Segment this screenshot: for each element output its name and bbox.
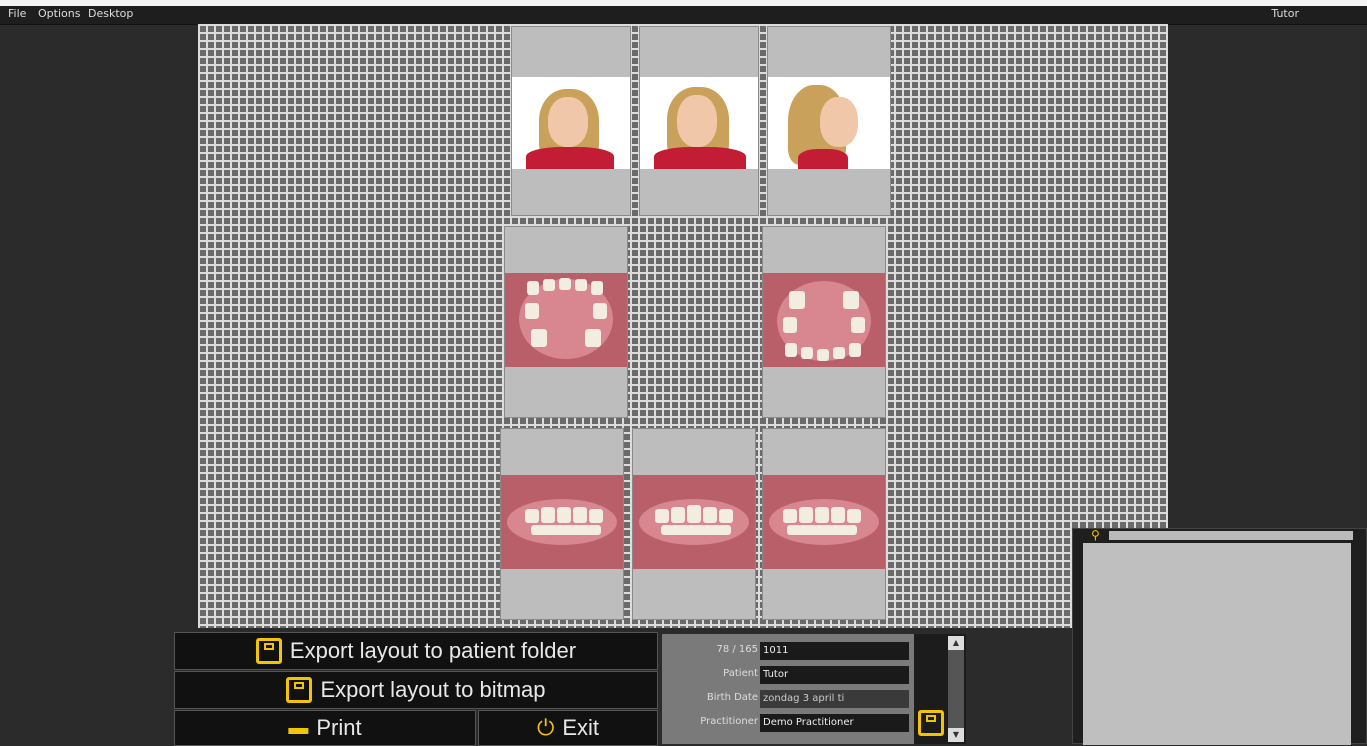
birth-date-label: Birth Date <box>706 692 758 703</box>
frontal-face-photo <box>512 77 630 169</box>
magnifier-icon: ⚲ <box>1091 528 1100 542</box>
practitioner-field[interactable]: Demo Practitioner <box>760 714 909 732</box>
practitioner-label: Practitioner <box>700 716 758 727</box>
menu-file[interactable]: File <box>8 7 26 20</box>
scroll-up-arrow-icon[interactable]: ▲ <box>948 636 964 650</box>
left-buccal-photo <box>763 475 885 569</box>
patient-name-field[interactable]: Tutor <box>760 666 909 684</box>
patient-label: Patient <box>723 668 758 679</box>
scroll-down-arrow-icon[interactable]: ▼ <box>948 728 964 742</box>
profile-face-photo <box>768 77 890 169</box>
export-bitmap-label: Export layout to bitmap <box>320 677 546 702</box>
preview-canvas <box>1083 543 1351 745</box>
photo-slot-frontal-intraoral[interactable] <box>632 428 756 620</box>
lower-occlusal-photo <box>505 273 627 367</box>
floppy-disk-icon <box>255 638 282 664</box>
current-user: Tutor <box>1271 7 1299 20</box>
photo-slot-left-buccal[interactable] <box>762 428 886 620</box>
power-icon: ⏻ <box>536 715 555 740</box>
patient-info-panel: 78 / 165 1011 Patient Tutor Birth Date z… <box>662 634 914 744</box>
birth-date-picker[interactable]: zondag 3 april ti <box>760 690 909 708</box>
photo-slot-frontal[interactable] <box>511 26 631 216</box>
exit-label: Exit <box>562 715 600 740</box>
export-bitmap-button[interactable]: Export layout to bitmap <box>174 671 658 709</box>
floppy-disk-icon <box>286 677 313 703</box>
layout-grid[interactable]: ⇄ ◀▶ <box>198 24 1168 628</box>
birth-date-row: Birth Date zondag 3 april ti <box>662 688 914 710</box>
window-top-edge <box>0 0 1367 6</box>
practitioner-row: Practitioner Demo Practitioner <box>662 712 914 734</box>
patient-id-field[interactable]: 1011 <box>760 642 909 660</box>
print-button[interactable]: ▬ Print <box>174 710 476 746</box>
export-patient-folder-label: Export layout to patient folder <box>289 638 577 663</box>
preview-panel: ⚲ <box>1072 528 1367 745</box>
smile-face-photo <box>640 77 758 169</box>
patient-row: Patient Tutor <box>662 664 914 686</box>
export-patient-folder-button[interactable]: Export layout to patient folder <box>174 632 658 670</box>
patient-scrollbar[interactable]: ▲ ▼ <box>948 636 964 742</box>
photo-slot-smile[interactable] <box>639 26 759 216</box>
counter-row: 78 / 165 1011 <box>662 640 914 662</box>
print-label: Print <box>316 715 362 740</box>
photo-slot-right-buccal[interactable] <box>500 428 624 620</box>
frontal-intraoral-photo <box>633 475 755 569</box>
exit-button[interactable]: ⏻ Exit <box>478 710 658 746</box>
counter-label: 78 / 165 <box>716 644 758 655</box>
photo-slot-lower-occlusal[interactable] <box>504 226 628 418</box>
printer-icon: ▬ <box>288 716 309 739</box>
photo-slot-profile[interactable] <box>767 26 891 216</box>
menu-bar: File Options Desktop Tutor <box>0 0 1367 25</box>
menu-desktop[interactable]: Desktop <box>88 7 133 20</box>
upper-occlusal-photo <box>763 273 885 367</box>
right-buccal-photo <box>501 475 623 569</box>
menu-options[interactable]: Options <box>38 7 80 20</box>
save-patient-icon[interactable] <box>918 710 944 736</box>
zoom-slider[interactable] <box>1109 531 1353 540</box>
photo-slot-upper-occlusal[interactable] <box>762 226 886 418</box>
